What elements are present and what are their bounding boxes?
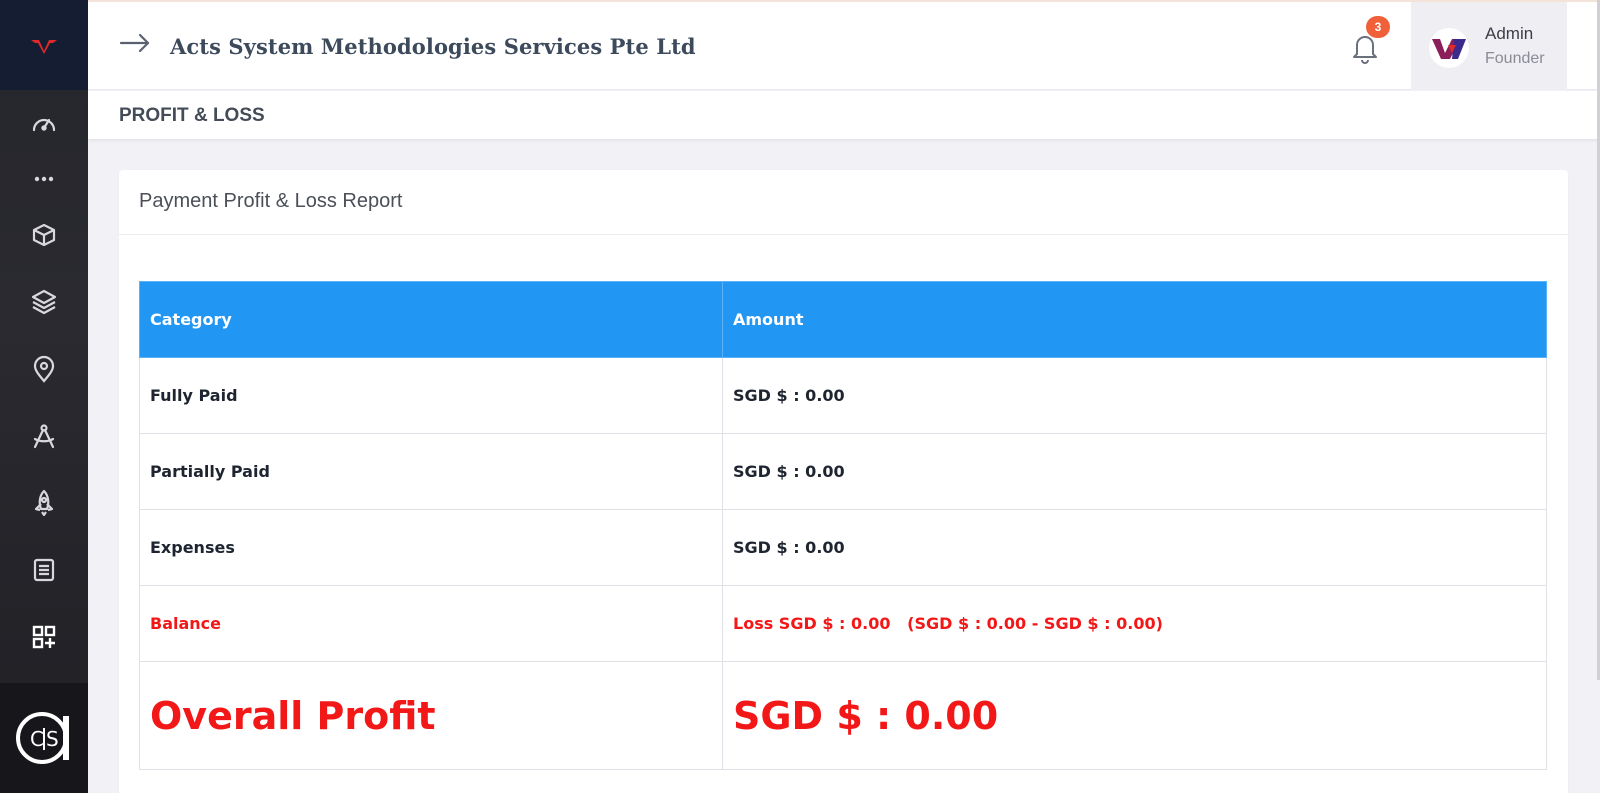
column-header-amount: Amount: [722, 281, 1547, 358]
cube-icon: [32, 223, 56, 246]
row-amount: SGD $ : 0.00: [722, 509, 1547, 586]
overall-profit-amount: SGD $ : 0.00: [722, 661, 1547, 770]
table-row-overall-profit: Overall Profit SGD $ : 0.00: [139, 661, 1547, 770]
drafting-compass-icon: [33, 423, 55, 448]
svg-text:S: S: [46, 727, 59, 751]
table-row-partially-paid: Partially Paid SGD $ : 0.00: [139, 433, 1547, 510]
table-row-balance: Balance Loss SGD $ : 0.00 (SGD $ : 0.00 …: [139, 585, 1547, 662]
table-header-row: Category Amount: [139, 281, 1547, 358]
card-divider: [119, 234, 1568, 235]
map-pin-icon: [33, 355, 55, 383]
user-menu[interactable]: Admin Founder: [1411, 2, 1567, 90]
dashboard-gauge-icon: [32, 118, 56, 131]
sidebar-item-reports[interactable]: [0, 536, 88, 603]
row-category: Fully Paid: [139, 357, 723, 434]
svg-text:C: C: [30, 727, 44, 751]
row-category: Expenses: [139, 509, 723, 586]
top-header: Acts System Methodologies Services Pte L…: [88, 0, 1600, 90]
add-widgets-icon: [32, 625, 56, 648]
user-role: Founder: [1485, 50, 1545, 67]
row-amount: SGD $ : 0.00: [722, 357, 1547, 434]
sidebar-item-more[interactable]: [0, 157, 88, 201]
layers-icon: [31, 289, 57, 314]
report-title: Payment Profit & Loss Report: [139, 190, 403, 212]
sidebar-item-widgets[interactable]: [0, 603, 88, 670]
sidebar-nav: [0, 90, 88, 670]
overall-profit-label: Overall Profit: [139, 661, 723, 770]
sidebar-item-launch[interactable]: [0, 469, 88, 536]
sidebar-item-products[interactable]: [0, 201, 88, 268]
balance-label: Balance: [139, 585, 723, 662]
table-row-fully-paid: Fully Paid SGD $ : 0.00: [139, 357, 1547, 434]
page-title: PROFIT & LOSS: [119, 105, 265, 126]
user-name: Admin: [1485, 24, 1534, 43]
acs-logo-icon: C S: [16, 712, 69, 764]
sidebar-item-dashboard[interactable]: [0, 90, 88, 157]
row-category: Partially Paid: [139, 433, 723, 510]
profit-loss-table: Category Amount Fully Paid SGD $ : 0.00 …: [139, 281, 1547, 770]
report-card: Payment Profit & Loss Report Category Am…: [119, 170, 1568, 793]
sidebar-item-design[interactable]: [0, 402, 88, 469]
balance-amount: Loss SGD $ : 0.00 (SGD $ : 0.00 - SGD $ …: [722, 585, 1547, 662]
avatar: [1429, 28, 1469, 68]
sidebar-item-layers[interactable]: [0, 268, 88, 335]
brand-logo[interactable]: [0, 0, 88, 90]
table-row-expenses: Expenses SGD $ : 0.00: [139, 509, 1547, 586]
row-amount: SGD $ : 0.00: [722, 433, 1547, 510]
sidebar: C S: [0, 0, 88, 793]
page-header: PROFIT & LOSS: [88, 91, 1600, 139]
company-logo: C S: [0, 683, 88, 793]
column-header-category: Category: [139, 281, 723, 358]
company-name: Acts System Methodologies Services Pte L…: [170, 34, 696, 59]
sidebar-toggle-button[interactable]: [118, 30, 152, 56]
more-dots-icon: [34, 176, 54, 182]
arrow-right-icon: [119, 33, 150, 53]
sidebar-item-locations[interactable]: [0, 335, 88, 402]
rocket-icon: [34, 489, 54, 516]
brand-mark-icon: [1432, 39, 1466, 59]
notification-count-badge: 3: [1366, 16, 1390, 38]
brand-logo-icon: [31, 40, 57, 54]
document-list-icon: [33, 558, 55, 581]
